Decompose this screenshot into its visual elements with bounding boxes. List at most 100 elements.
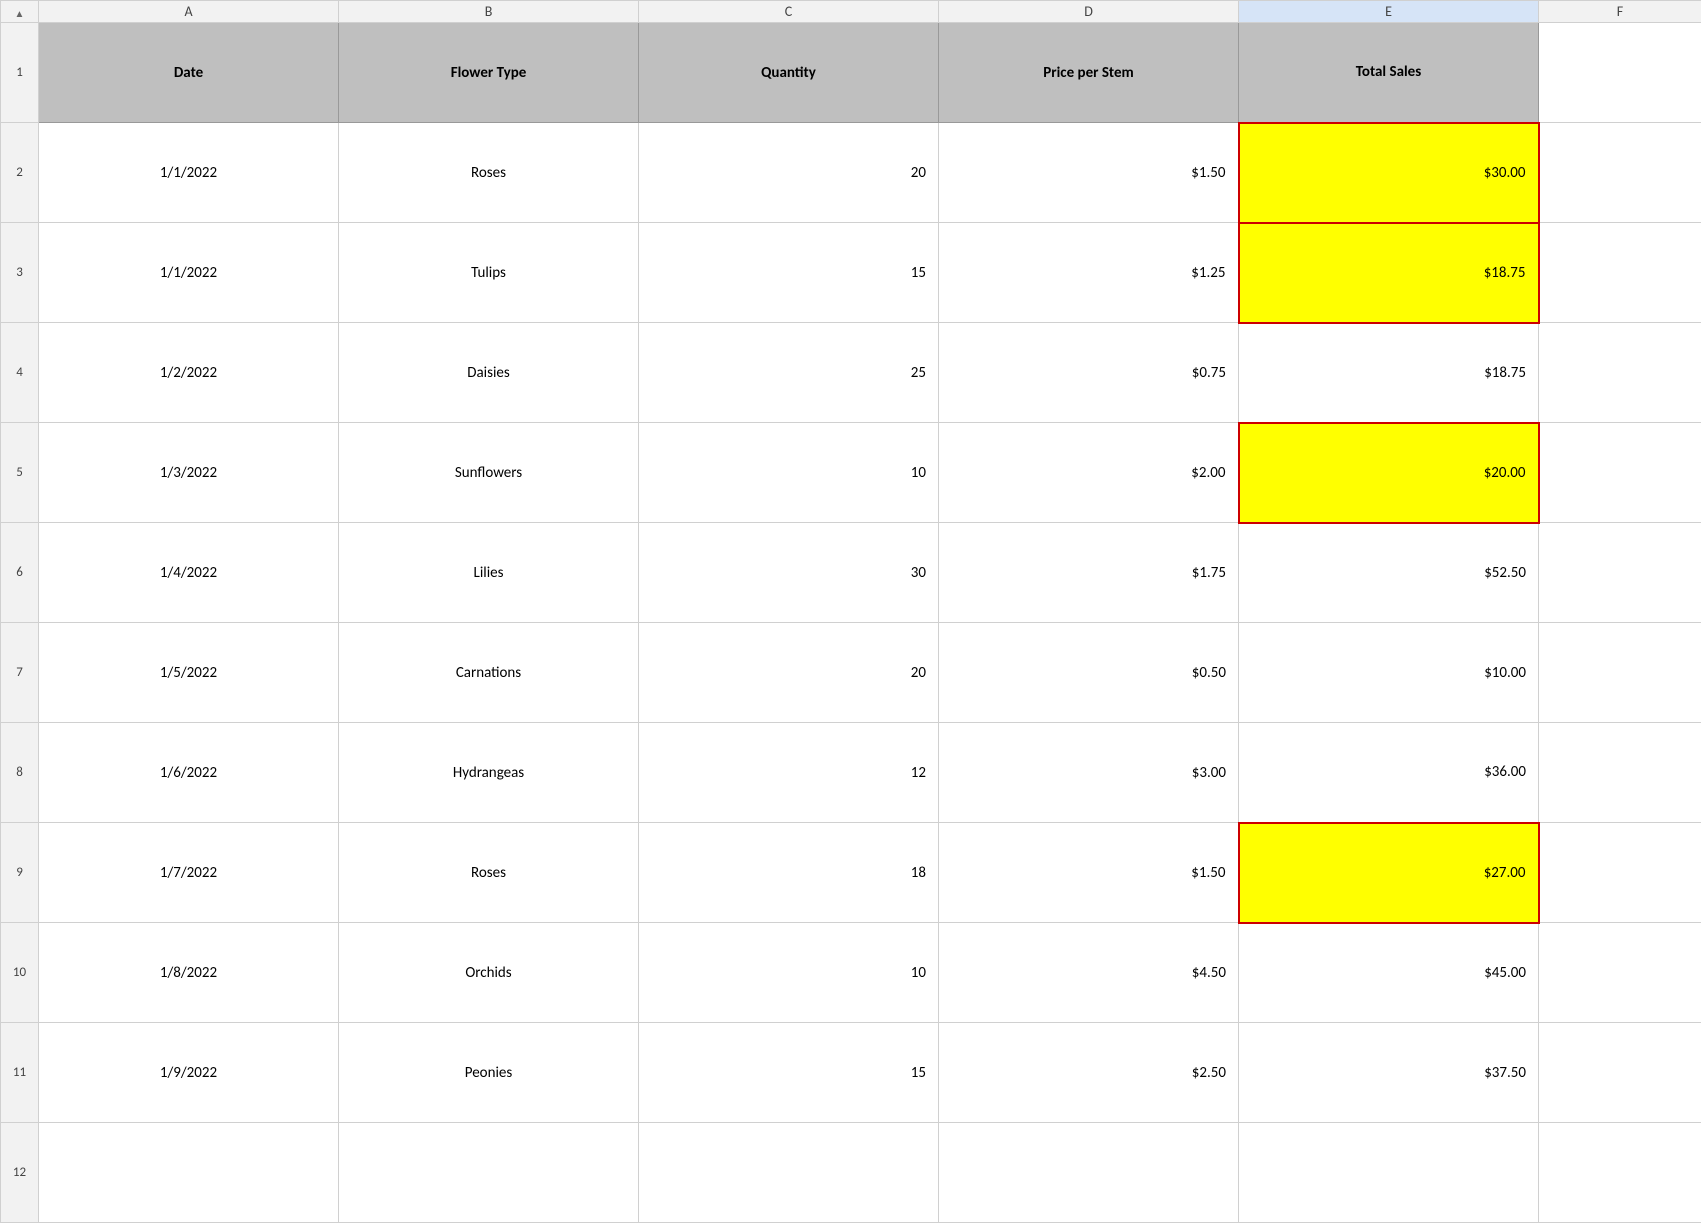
cell-date-11[interactable]: 1/9/2022 bbox=[39, 1023, 339, 1123]
cell-flower-11[interactable]: Peonies bbox=[339, 1023, 639, 1123]
cell-flower-3[interactable]: Tulips bbox=[339, 223, 639, 323]
cell-price-3[interactable]: $1.25 bbox=[939, 223, 1239, 323]
cell-price-10[interactable]: $4.50 bbox=[939, 923, 1239, 1023]
cell-f-4 bbox=[1539, 323, 1701, 423]
col-header-b[interactable]: B bbox=[339, 1, 639, 23]
cell-date-4[interactable]: 1/2/2022 bbox=[39, 323, 339, 423]
row-num-12: 12 bbox=[1, 1123, 39, 1223]
spreadsheet: A B C D E F 1 Date Flower Type Quantity … bbox=[0, 0, 1701, 1223]
header-cell-flower-type[interactable]: Flower Type bbox=[339, 23, 639, 123]
row-num-10: 10 bbox=[1, 923, 39, 1023]
data-row-5: 51/3/2022Sunflowers10$2.00$20.00 bbox=[1, 423, 1701, 523]
cell-date-8[interactable]: 1/6/2022 bbox=[39, 723, 339, 823]
cell-quantity-5[interactable]: 10 bbox=[639, 423, 939, 523]
col-header-f[interactable]: F bbox=[1539, 1, 1701, 23]
row-num-8: 8 bbox=[1, 723, 39, 823]
cell-date-2[interactable]: 1/1/2022 bbox=[39, 123, 339, 223]
header-cell-f bbox=[1539, 23, 1701, 123]
cell-date-10[interactable]: 1/8/2022 bbox=[39, 923, 339, 1023]
cell-price-8[interactable]: $3.00 bbox=[939, 723, 1239, 823]
cell-f-7 bbox=[1539, 623, 1701, 723]
cell-date-3[interactable]: 1/1/2022 bbox=[39, 223, 339, 323]
cell-quantity-10[interactable]: 10 bbox=[639, 923, 939, 1023]
cell-price-11[interactable]: $2.50 bbox=[939, 1023, 1239, 1123]
row-num-2: 2 bbox=[1, 123, 39, 223]
row-num-3: 3 bbox=[1, 223, 39, 323]
cell-quantity-6[interactable]: 30 bbox=[639, 523, 939, 623]
cell-price-4[interactable]: $0.75 bbox=[939, 323, 1239, 423]
header-cell-total[interactable]: Total Sales bbox=[1239, 23, 1539, 123]
spreadsheet-table: A B C D E F 1 Date Flower Type Quantity … bbox=[0, 0, 1701, 1223]
cell-date-6[interactable]: 1/4/2022 bbox=[39, 523, 339, 623]
cell-total-7[interactable]: $10.00 bbox=[1239, 623, 1539, 723]
cell-f-5 bbox=[1539, 423, 1701, 523]
cell-quantity-3[interactable]: 15 bbox=[639, 223, 939, 323]
cell-b-12[interactable] bbox=[339, 1123, 639, 1223]
header-cell-date[interactable]: Date bbox=[39, 23, 339, 123]
cell-f-6 bbox=[1539, 523, 1701, 623]
data-row-6: 61/4/2022Lilies30$1.75$52.50 bbox=[1, 523, 1701, 623]
cell-quantity-4[interactable]: 25 bbox=[639, 323, 939, 423]
header-cell-quantity[interactable]: Quantity bbox=[639, 23, 939, 123]
cell-date-5[interactable]: 1/3/2022 bbox=[39, 423, 339, 523]
cell-flower-10[interactable]: Orchids bbox=[339, 923, 639, 1023]
col-header-d[interactable]: D bbox=[939, 1, 1239, 23]
cell-total-9[interactable]: $27.00 bbox=[1239, 823, 1539, 923]
cell-total-5[interactable]: $20.00 bbox=[1239, 423, 1539, 523]
row-num-7: 7 bbox=[1, 623, 39, 723]
row-num-1: 1 bbox=[1, 23, 39, 123]
corner-cell bbox=[1, 1, 39, 23]
cell-quantity-9[interactable]: 18 bbox=[639, 823, 939, 923]
cell-total-3[interactable]: $18.75 bbox=[1239, 223, 1539, 323]
data-row-2: 21/1/2022Roses20$1.50$30.00 bbox=[1, 123, 1701, 223]
cell-flower-8[interactable]: Hydrangeas bbox=[339, 723, 639, 823]
cell-f-2 bbox=[1539, 123, 1701, 223]
cell-total-2[interactable]: $30.00 bbox=[1239, 123, 1539, 223]
data-row-8: 81/6/2022Hydrangeas12$3.00$36.00 bbox=[1, 723, 1701, 823]
data-row-3: 31/1/2022Tulips15$1.25$18.75 bbox=[1, 223, 1701, 323]
cell-flower-2[interactable]: Roses bbox=[339, 123, 639, 223]
data-row-12: 12 bbox=[1, 1123, 1701, 1223]
cell-price-7[interactable]: $0.50 bbox=[939, 623, 1239, 723]
cell-f-11 bbox=[1539, 1023, 1701, 1123]
data-row-11: 111/9/2022Peonies15$2.50$37.50 bbox=[1, 1023, 1701, 1123]
cell-price-2[interactable]: $1.50 bbox=[939, 123, 1239, 223]
cell-price-9[interactable]: $1.50 bbox=[939, 823, 1239, 923]
cell-d-12[interactable] bbox=[939, 1123, 1239, 1223]
cell-total-4[interactable]: $18.75 bbox=[1239, 323, 1539, 423]
cell-flower-6[interactable]: Lilies bbox=[339, 523, 639, 623]
cell-total-6[interactable]: $52.50 bbox=[1239, 523, 1539, 623]
cell-f-9 bbox=[1539, 823, 1701, 923]
col-header-c[interactable]: C bbox=[639, 1, 939, 23]
cell-flower-4[interactable]: Daisies bbox=[339, 323, 639, 423]
cell-quantity-11[interactable]: 15 bbox=[639, 1023, 939, 1123]
cell-f-12[interactable] bbox=[1539, 1123, 1701, 1223]
cell-flower-7[interactable]: Carnations bbox=[339, 623, 639, 723]
col-header-a[interactable]: A bbox=[39, 1, 339, 23]
data-row-4: 41/2/2022Daisies25$0.75$18.75 bbox=[1, 323, 1701, 423]
row-num-9: 9 bbox=[1, 823, 39, 923]
col-header-e[interactable]: E bbox=[1239, 1, 1539, 23]
cell-flower-9[interactable]: Roses bbox=[339, 823, 639, 923]
cell-date-9[interactable]: 1/7/2022 bbox=[39, 823, 339, 923]
header-row-1: 1 Date Flower Type Quantity Price per St… bbox=[1, 23, 1701, 123]
cell-f-3 bbox=[1539, 223, 1701, 323]
cell-price-5[interactable]: $2.00 bbox=[939, 423, 1239, 523]
cell-total-8[interactable]: $36.00 bbox=[1239, 723, 1539, 823]
cell-quantity-8[interactable]: 12 bbox=[639, 723, 939, 823]
cell-f-10 bbox=[1539, 923, 1701, 1023]
cell-date-7[interactable]: 1/5/2022 bbox=[39, 623, 339, 723]
cell-c-12[interactable] bbox=[639, 1123, 939, 1223]
data-row-7: 71/5/2022Carnations20$0.50$10.00 bbox=[1, 623, 1701, 723]
cell-quantity-7[interactable]: 20 bbox=[639, 623, 939, 723]
header-cell-price[interactable]: Price per Stem bbox=[939, 23, 1239, 123]
cell-a-12[interactable] bbox=[39, 1123, 339, 1223]
cell-price-6[interactable]: $1.75 bbox=[939, 523, 1239, 623]
cell-total-10[interactable]: $45.00 bbox=[1239, 923, 1539, 1023]
cell-flower-5[interactable]: Sunflowers bbox=[339, 423, 639, 523]
cell-total-11[interactable]: $37.50 bbox=[1239, 1023, 1539, 1123]
data-row-9: 91/7/2022Roses18$1.50$27.00 bbox=[1, 823, 1701, 923]
row-num-6: 6 bbox=[1, 523, 39, 623]
cell-quantity-2[interactable]: 20 bbox=[639, 123, 939, 223]
cell-e-12[interactable] bbox=[1239, 1123, 1539, 1223]
